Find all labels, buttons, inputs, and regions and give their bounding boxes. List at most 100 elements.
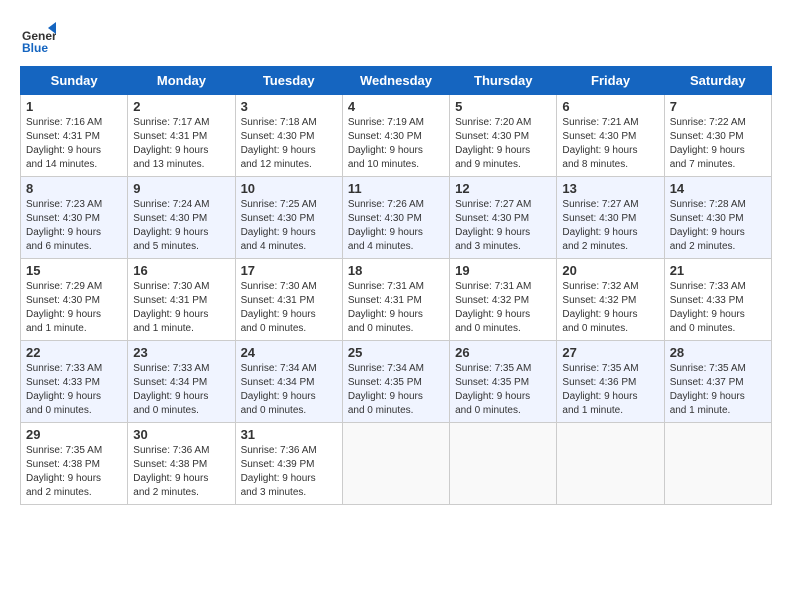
calendar-day-cell: 9Sunrise: 7:24 AM Sunset: 4:30 PM Daylig…	[128, 177, 235, 259]
day-info: Sunrise: 7:36 AM Sunset: 4:38 PM Dayligh…	[133, 444, 229, 500]
day-info: Sunrise: 7:21 AM Sunset: 4:30 PM Dayligh…	[562, 116, 658, 172]
day-number: 11	[348, 181, 444, 196]
day-number: 5	[455, 99, 551, 114]
day-header-friday: Friday	[557, 67, 664, 95]
day-header-tuesday: Tuesday	[235, 67, 342, 95]
day-info: Sunrise: 7:33 AM Sunset: 4:33 PM Dayligh…	[670, 280, 766, 336]
day-number: 21	[670, 263, 766, 278]
day-header-thursday: Thursday	[450, 67, 557, 95]
logo: General Blue	[20, 20, 60, 56]
day-info: Sunrise: 7:28 AM Sunset: 4:30 PM Dayligh…	[670, 198, 766, 254]
calendar-day-cell: 7 Sunrise: 7:22 AM Sunset: 4:30 PM Daylig…	[664, 95, 771, 177]
day-number: 23	[133, 345, 229, 360]
day-number: 7	[670, 99, 766, 114]
day-info: Sunrise: 7:36 AM Sunset: 4:39 PM Dayligh…	[241, 444, 337, 500]
calendar-day-cell: 3 Sunrise: 7:18 AM Sunset: 4:30 PM Daylig…	[235, 95, 342, 177]
day-info: Sunrise: 7:27 AM Sunset: 4:30 PM Dayligh…	[562, 198, 658, 254]
day-number: 28	[670, 345, 766, 360]
day-info: Sunrise: 7:18 AM Sunset: 4:30 PM Dayligh…	[241, 116, 337, 172]
calendar-day-cell: 21 Sunrise: 7:33 AM Sunset: 4:33 PM Dayli…	[664, 259, 771, 341]
calendar-day-cell: 5 Sunrise: 7:20 AM Sunset: 4:30 PM Daylig…	[450, 95, 557, 177]
calendar-day-cell: 24 Sunrise: 7:34 AM Sunset: 4:34 PM Dayli…	[235, 341, 342, 423]
calendar-day-cell: 6 Sunrise: 7:21 AM Sunset: 4:30 PM Daylig…	[557, 95, 664, 177]
day-info: Sunrise: 7:30 AM Sunset: 4:31 PM Dayligh…	[241, 280, 337, 336]
day-info: Sunrise: 7:31 AM Sunset: 4:31 PM Dayligh…	[348, 280, 444, 336]
day-number: 20	[562, 263, 658, 278]
day-number: 15	[26, 263, 122, 278]
day-number: 30	[133, 427, 229, 442]
calendar-day-cell: 10Sunrise: 7:25 AM Sunset: 4:30 PM Dayli…	[235, 177, 342, 259]
empty-cell	[342, 423, 449, 505]
day-number: 31	[241, 427, 337, 442]
calendar-day-cell: 2 Sunrise: 7:17 AM Sunset: 4:31 PM Daylig…	[128, 95, 235, 177]
day-header-monday: Monday	[128, 67, 235, 95]
calendar-day-cell: 18Sunrise: 7:31 AM Sunset: 4:31 PM Dayli…	[342, 259, 449, 341]
day-number: 14	[670, 181, 766, 196]
day-info: Sunrise: 7:29 AM Sunset: 4:30 PM Dayligh…	[26, 280, 122, 336]
day-number: 25	[348, 345, 444, 360]
day-info: Sunrise: 7:16 AM Sunset: 4:31 PM Dayligh…	[26, 116, 122, 172]
day-info: Sunrise: 7:34 AM Sunset: 4:35 PM Dayligh…	[348, 362, 444, 418]
empty-cell	[557, 423, 664, 505]
day-info: Sunrise: 7:19 AM Sunset: 4:30 PM Dayligh…	[348, 116, 444, 172]
day-number: 22	[26, 345, 122, 360]
calendar-day-cell: 20 Sunrise: 7:32 AM Sunset: 4:32 PM Dayli…	[557, 259, 664, 341]
day-info: Sunrise: 7:33 AM Sunset: 4:33 PM Dayligh…	[26, 362, 122, 418]
calendar-table: SundayMondayTuesdayWednesdayThursdayFrid…	[20, 66, 772, 505]
day-number: 24	[241, 345, 337, 360]
day-info: Sunrise: 7:35 AM Sunset: 4:38 PM Dayligh…	[26, 444, 122, 500]
day-number: 27	[562, 345, 658, 360]
day-info: Sunrise: 7:27 AM Sunset: 4:30 PM Dayligh…	[455, 198, 551, 254]
calendar-day-cell: 4Sunrise: 7:19 AM Sunset: 4:30 PM Daylig…	[342, 95, 449, 177]
day-info: Sunrise: 7:17 AM Sunset: 4:31 PM Dayligh…	[133, 116, 229, 172]
day-number: 26	[455, 345, 551, 360]
calendar-day-cell: 16 Sunrise: 7:30 AM Sunset: 4:31 PM Dayli…	[128, 259, 235, 341]
day-info: Sunrise: 7:26 AM Sunset: 4:30 PM Dayligh…	[348, 198, 444, 254]
calendar-day-cell: 17 Sunrise: 7:30 AM Sunset: 4:31 PM Dayli…	[235, 259, 342, 341]
day-number: 9	[133, 181, 229, 196]
day-info: Sunrise: 7:35 AM Sunset: 4:37 PM Dayligh…	[670, 362, 766, 418]
day-info: Sunrise: 7:30 AM Sunset: 4:31 PM Dayligh…	[133, 280, 229, 336]
calendar-day-cell: 23 Sunrise: 7:33 AM Sunset: 4:34 PM Dayli…	[128, 341, 235, 423]
day-number: 2	[133, 99, 229, 114]
calendar-week-row: 15 Sunrise: 7:29 AM Sunset: 4:30 PM Dayli…	[21, 259, 772, 341]
calendar-day-cell: 12Sunrise: 7:27 AM Sunset: 4:30 PM Dayli…	[450, 177, 557, 259]
day-header-sunday: Sunday	[21, 67, 128, 95]
day-info: Sunrise: 7:22 AM Sunset: 4:30 PM Dayligh…	[670, 116, 766, 172]
day-number: 16	[133, 263, 229, 278]
empty-cell	[450, 423, 557, 505]
calendar-week-row: 29Sunrise: 7:35 AM Sunset: 4:38 PM Dayli…	[21, 423, 772, 505]
day-info: Sunrise: 7:33 AM Sunset: 4:34 PM Dayligh…	[133, 362, 229, 418]
calendar-day-cell: 1 Sunrise: 7:16 AM Sunset: 4:31 PM Daylig…	[21, 95, 128, 177]
calendar-day-cell: 29Sunrise: 7:35 AM Sunset: 4:38 PM Dayli…	[21, 423, 128, 505]
calendar-day-cell: 28 Sunrise: 7:35 AM Sunset: 4:37 PM Dayli…	[664, 341, 771, 423]
day-info: Sunrise: 7:25 AM Sunset: 4:30 PM Dayligh…	[241, 198, 337, 254]
calendar-day-cell: 13Sunrise: 7:27 AM Sunset: 4:30 PM Dayli…	[557, 177, 664, 259]
calendar-day-cell: 8Sunrise: 7:23 AM Sunset: 4:30 PM Daylig…	[21, 177, 128, 259]
calendar-day-cell: 26Sunrise: 7:35 AM Sunset: 4:35 PM Dayli…	[450, 341, 557, 423]
svg-text:Blue: Blue	[22, 41, 48, 55]
day-info: Sunrise: 7:32 AM Sunset: 4:32 PM Dayligh…	[562, 280, 658, 336]
header: General Blue	[20, 20, 772, 56]
day-info: Sunrise: 7:34 AM Sunset: 4:34 PM Dayligh…	[241, 362, 337, 418]
day-number: 1	[26, 99, 122, 114]
calendar-week-row: 8Sunrise: 7:23 AM Sunset: 4:30 PM Daylig…	[21, 177, 772, 259]
calendar-day-cell: 31 Sunrise: 7:36 AM Sunset: 4:39 PM Dayli…	[235, 423, 342, 505]
calendar-day-cell: 11 Sunrise: 7:26 AM Sunset: 4:30 PM Dayli…	[342, 177, 449, 259]
empty-cell	[664, 423, 771, 505]
calendar-day-cell: 19 Sunrise: 7:31 AM Sunset: 4:32 PM Dayli…	[450, 259, 557, 341]
day-number: 17	[241, 263, 337, 278]
day-header-wednesday: Wednesday	[342, 67, 449, 95]
day-number: 3	[241, 99, 337, 114]
calendar-day-cell: 30 Sunrise: 7:36 AM Sunset: 4:38 PM Dayli…	[128, 423, 235, 505]
calendar-day-cell: 22 Sunrise: 7:33 AM Sunset: 4:33 PM Dayli…	[21, 341, 128, 423]
day-info: Sunrise: 7:23 AM Sunset: 4:30 PM Dayligh…	[26, 198, 122, 254]
day-info: Sunrise: 7:20 AM Sunset: 4:30 PM Dayligh…	[455, 116, 551, 172]
calendar-week-row: 1 Sunrise: 7:16 AM Sunset: 4:31 PM Daylig…	[21, 95, 772, 177]
day-info: Sunrise: 7:31 AM Sunset: 4:32 PM Dayligh…	[455, 280, 551, 336]
calendar-day-cell: 14 Sunrise: 7:28 AM Sunset: 4:30 PM Dayli…	[664, 177, 771, 259]
calendar-day-cell: 27 Sunrise: 7:35 AM Sunset: 4:36 PM Dayli…	[557, 341, 664, 423]
day-number: 19	[455, 263, 551, 278]
day-number: 6	[562, 99, 658, 114]
day-info: Sunrise: 7:35 AM Sunset: 4:36 PM Dayligh…	[562, 362, 658, 418]
